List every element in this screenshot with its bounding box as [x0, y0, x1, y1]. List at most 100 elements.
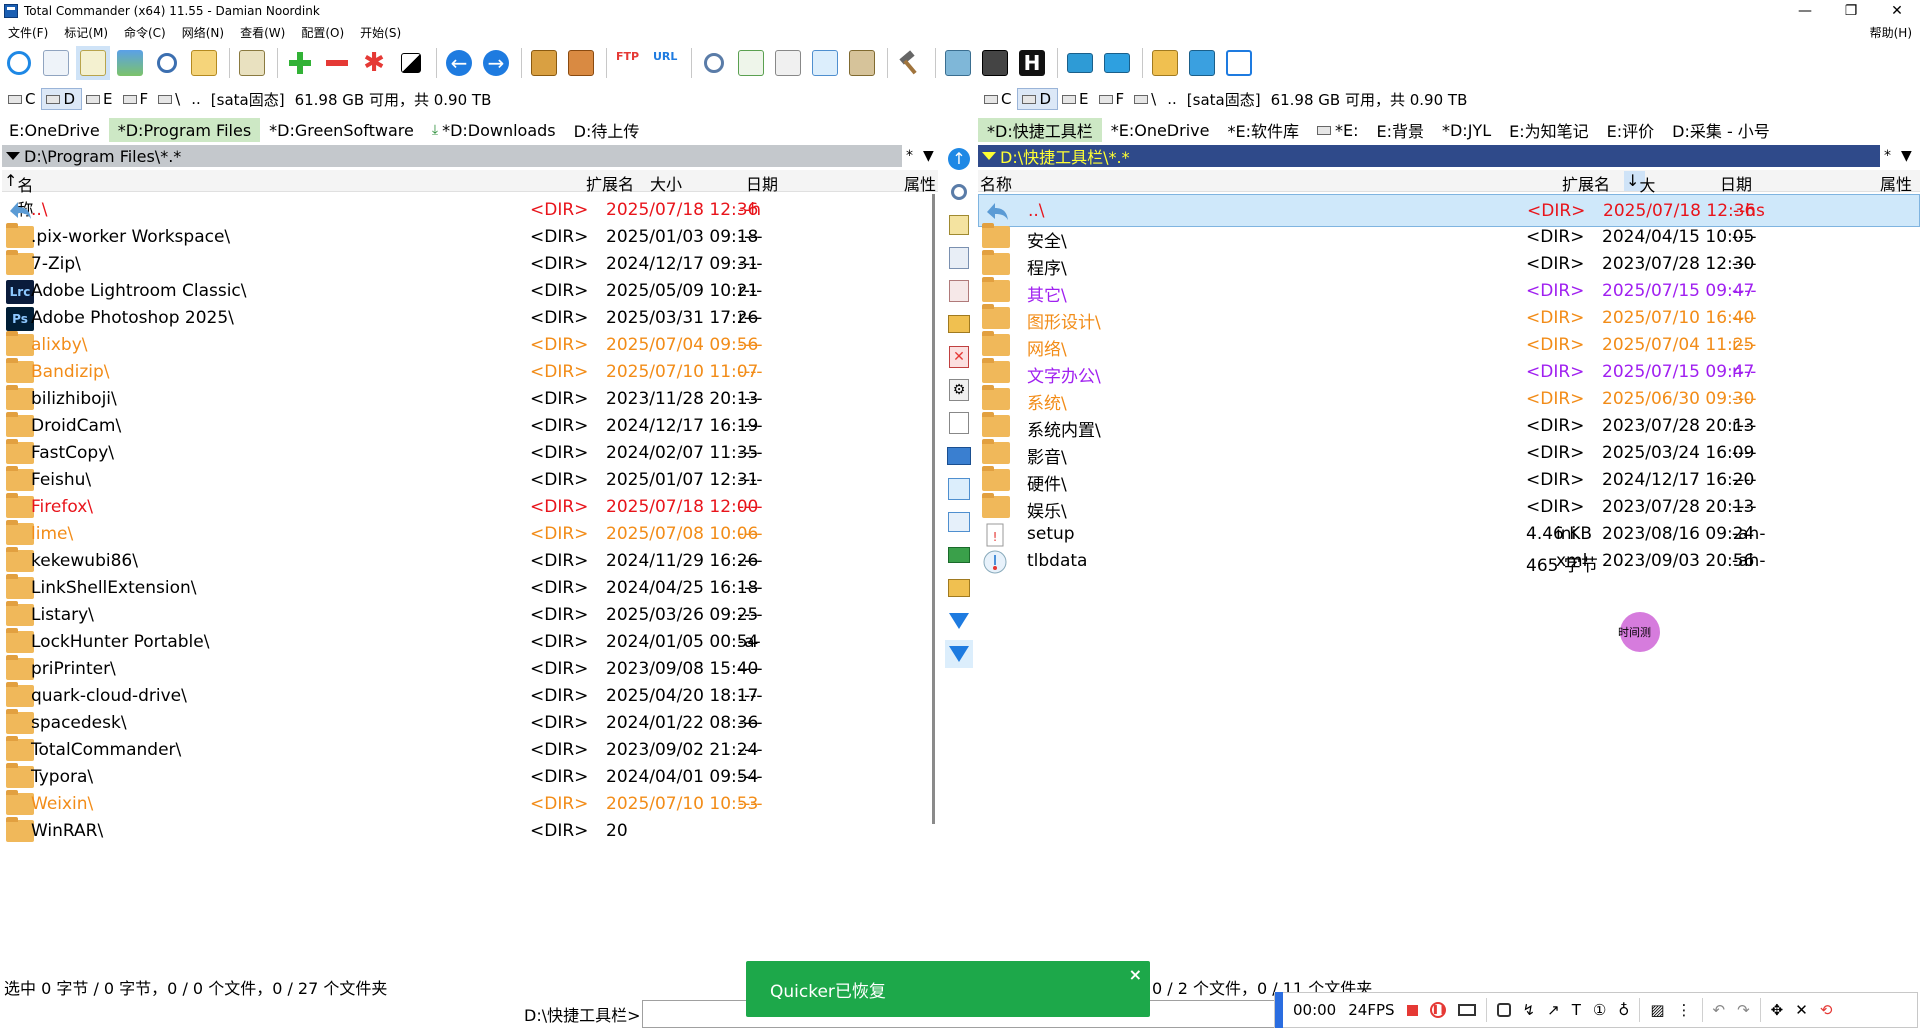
- drive-c-button[interactable]: C: [980, 88, 1017, 110]
- stop-button[interactable]: [1401, 1004, 1424, 1016]
- col-date[interactable]: 日期: [1720, 171, 1752, 195]
- toast-close-button[interactable]: ×: [1129, 965, 1142, 984]
- find-button[interactable]: [945, 178, 973, 206]
- tab-onedrive[interactable]: *E:OneDrive: [1102, 118, 1219, 142]
- tab-downloads[interactable]: ⤓ *D:Downloads: [423, 118, 565, 142]
- desktop-button[interactable]: [1100, 46, 1134, 80]
- arrow-tool-button[interactable]: ↗: [1541, 1001, 1566, 1019]
- redo-button[interactable]: ↷: [1731, 1001, 1756, 1019]
- filter-button[interactable]: [945, 607, 973, 635]
- recorder-drag-handle[interactable]: [1275, 992, 1283, 1028]
- col-attr[interactable]: 属性: [904, 171, 936, 195]
- root-button[interactable]: \: [1151, 90, 1156, 108]
- refresh-button[interactable]: [2, 46, 36, 80]
- number-tool-button[interactable]: ①: [1587, 1001, 1612, 1019]
- network-button[interactable]: [1185, 46, 1219, 80]
- right-path-bar[interactable]: D:\快捷工具栏\*.*: [978, 145, 1880, 167]
- delete-button[interactable]: ✕: [945, 343, 973, 371]
- menu-commands[interactable]: 命令(C): [116, 24, 174, 41]
- tab-jyl[interactable]: *D:JYL: [1433, 118, 1500, 142]
- drive-f-button[interactable]: F: [1095, 88, 1131, 110]
- shape-tool-button[interactable]: [1491, 1003, 1517, 1017]
- menu-net[interactable]: 网络(N): [174, 24, 232, 41]
- tab-pending-upload[interactable]: D:待上传: [565, 118, 649, 142]
- properties-button[interactable]: ⚙: [945, 376, 973, 404]
- select-group-button[interactable]: [283, 46, 317, 80]
- left-file-list[interactable]: ..\ <DIR> 2025/07/18 12:36 --h .pix-worker W…: [2, 194, 930, 972]
- left-scrollbar[interactable]: [932, 194, 935, 824]
- tab-reviews[interactable]: E:评价: [1598, 118, 1664, 142]
- calculator-button[interactable]: [978, 46, 1012, 80]
- print-button[interactable]: [945, 442, 973, 470]
- drive-e-button[interactable]: E: [82, 88, 118, 110]
- history-dropdown-icon[interactable]: [982, 152, 996, 160]
- left-path-bar[interactable]: D:\Program Files\*.*: [2, 145, 902, 167]
- edit-button[interactable]: [945, 211, 973, 239]
- tree-view-button[interactable]: [187, 46, 221, 80]
- pack-button[interactable]: [527, 46, 561, 80]
- hotlist-arrow[interactable]: ▼: [923, 148, 934, 164]
- folder-menu-button[interactable]: [1148, 46, 1182, 80]
- network-drive-button[interactable]: \: [1130, 88, 1162, 110]
- up-button[interactable]: ..: [1162, 90, 1182, 108]
- tab-quick-toolbar[interactable]: *D:快捷工具栏: [978, 118, 1102, 142]
- root-button[interactable]: \: [175, 90, 180, 108]
- select-all-button[interactable]: ✱: [357, 46, 391, 80]
- col-size[interactable]: ↓大小: [1624, 171, 1655, 219]
- file-row[interactable]: WinRAR\ <DIR> 20: [2, 815, 930, 848]
- back-button[interactable]: ←: [442, 46, 476, 80]
- ftp-button[interactable]: FTP: [612, 46, 646, 80]
- forward-button[interactable]: →: [479, 46, 513, 80]
- keyboard-button[interactable]: [1452, 1004, 1482, 1016]
- right-file-list[interactable]: ..\ <DIR> 2025/07/18 12:36 --hs 安全\ <DIR> 2024…: [978, 194, 1920, 972]
- hammer-button[interactable]: [893, 46, 927, 80]
- go-up-button[interactable]: ↑: [945, 145, 973, 173]
- brief-view-button[interactable]: [39, 46, 73, 80]
- history-dropdown-icon[interactable]: [6, 152, 20, 160]
- minimize-button[interactable]: —: [1782, 0, 1828, 22]
- col-attr[interactable]: 属性: [1880, 171, 1912, 195]
- tab-onedrive[interactable]: E:OneDrive: [0, 118, 109, 142]
- col-name[interactable]: ↑名称: [4, 171, 33, 219]
- attributes-button[interactable]: [945, 409, 973, 437]
- hex-editor-button[interactable]: H: [1015, 46, 1049, 80]
- file-row[interactable]: tlbdata xml 465 字节 2023/09/03 20:56 -ah-: [978, 545, 1920, 578]
- copy-names-button[interactable]: [734, 46, 768, 80]
- col-size[interactable]: 大小: [650, 171, 682, 195]
- hotlist-arrow[interactable]: ▼: [1901, 148, 1912, 164]
- tab-wiz-notes[interactable]: E:为知笔记: [1500, 118, 1598, 142]
- highlight-tool-button[interactable]: ♁: [1612, 1001, 1635, 1019]
- close-recorder-button[interactable]: ✕: [1789, 1001, 1814, 1019]
- col-date[interactable]: 日期: [746, 171, 778, 195]
- copy-button[interactable]: [945, 244, 973, 272]
- close-button[interactable]: ✕: [1874, 0, 1920, 22]
- invert-selection-button[interactable]: [394, 46, 428, 80]
- menu-show[interactable]: 查看(W): [232, 24, 293, 41]
- url-button[interactable]: URL: [649, 46, 683, 80]
- up-button[interactable]: ..: [186, 90, 206, 108]
- col-ext[interactable]: 扩展名: [586, 171, 634, 195]
- split-button[interactable]: [945, 508, 973, 536]
- filter-star[interactable]: *: [1884, 148, 1891, 164]
- tab-e-drive[interactable]: *E:: [1308, 118, 1368, 142]
- sync-dirs-button[interactable]: [808, 46, 842, 80]
- multi-rename-button[interactable]: [771, 46, 805, 80]
- notepad-button[interactable]: [941, 46, 975, 80]
- mosaic-tool-button[interactable]: ▨: [1644, 1001, 1670, 1019]
- menu-mark[interactable]: 标记(M): [56, 24, 116, 41]
- screen-button[interactable]: [1063, 46, 1097, 80]
- col-ext[interactable]: 扩展名: [1562, 171, 1610, 195]
- unpack-button[interactable]: [564, 46, 598, 80]
- encoding-button[interactable]: [845, 46, 879, 80]
- search-button[interactable]: [697, 46, 731, 80]
- menu-help[interactable]: 帮助(H): [1870, 24, 1912, 41]
- network-drive-button[interactable]: \: [154, 88, 186, 110]
- undo-button[interactable]: ↶: [1707, 1001, 1732, 1019]
- tab-collect-alt[interactable]: D:采集 - 小号: [1663, 118, 1779, 142]
- filter-star[interactable]: *: [906, 148, 913, 164]
- drive-e-button[interactable]: E: [1058, 88, 1094, 110]
- menu-file[interactable]: 文件(F): [0, 24, 56, 41]
- thumbnails-button[interactable]: [113, 46, 147, 80]
- tab-program-files[interactable]: *D:Program Files: [108, 118, 261, 142]
- compare-dirs-button[interactable]: [235, 46, 269, 80]
